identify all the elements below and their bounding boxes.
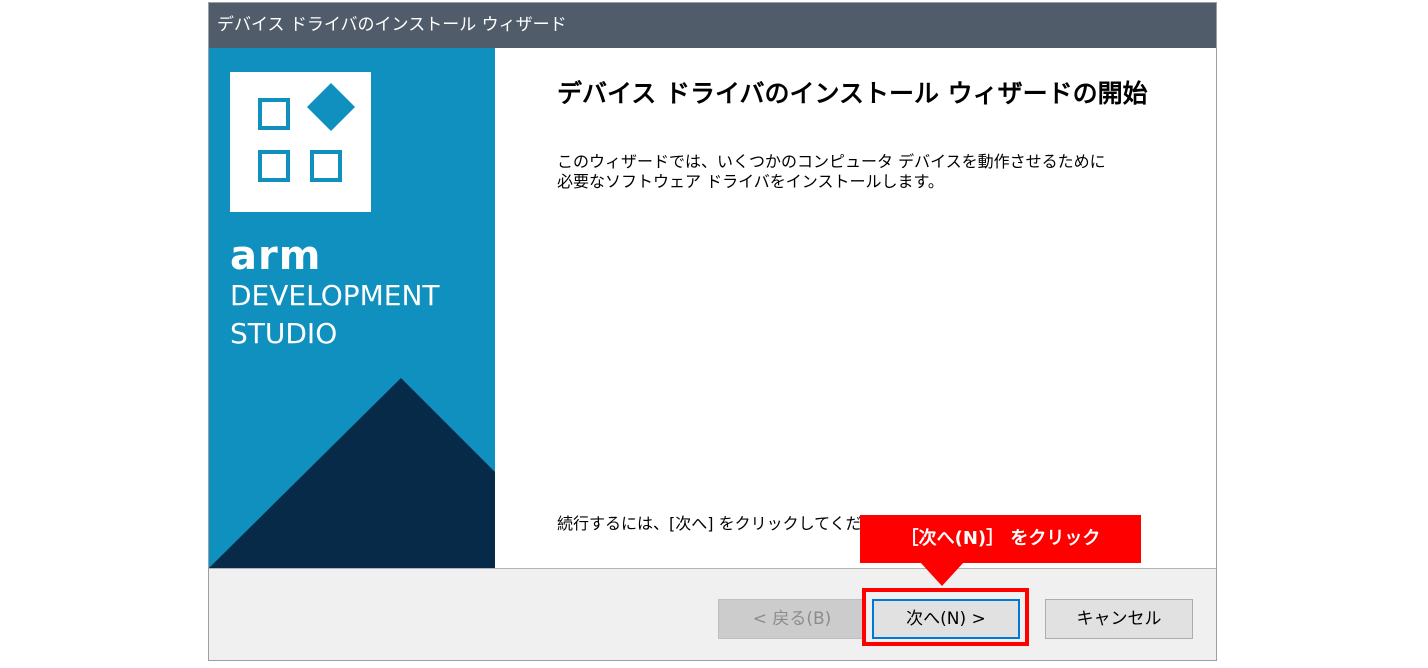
instruction-callout: ［次へ(N)］ をクリック [860, 515, 1141, 563]
brand-arm-text: arm [230, 233, 322, 279]
main-content: デバイス ドライバのインストール ウィザードの開始 このウィザードでは、いくつか… [495, 48, 1216, 568]
page-title: デバイス ドライバのインストール ウィザードの開始 [557, 79, 1148, 108]
callout-arrow-icon [920, 562, 964, 586]
brand-studio-text: STUDIO [230, 317, 338, 350]
logo-square-icon [310, 150, 342, 182]
description-line: 必要なソフトウェア ドライバをインストールします。 [557, 172, 944, 191]
button-bar: < 戻る(B) 次へ(N) > キャンセル [209, 568, 1216, 660]
back-button[interactable]: < 戻る(B) [718, 599, 866, 639]
mountain-graphic [209, 378, 495, 568]
description-line: このウィザードでは、いくつかのコンピュータ デバイスを動作させるために [557, 152, 1106, 171]
continue-instruction: 続行するには、[次へ] をクリックしてください。 [557, 514, 910, 533]
arm-logo [230, 72, 371, 212]
description: このウィザードでは、いくつかのコンピュータ デバイスを動作させるために 必要なソ… [557, 152, 1106, 192]
window-title: デバイス ドライバのインストール ウィザード [209, 3, 1216, 48]
brand-sidebar: arm DEVELOPMENT STUDIO [209, 48, 495, 568]
cancel-button[interactable]: キャンセル [1045, 599, 1193, 639]
brand-development-text: DEVELOPMENT [230, 279, 440, 312]
logo-square-icon [258, 98, 290, 130]
next-button-highlight [862, 588, 1029, 646]
logo-diamond-icon [306, 82, 356, 132]
logo-square-icon [258, 150, 290, 182]
